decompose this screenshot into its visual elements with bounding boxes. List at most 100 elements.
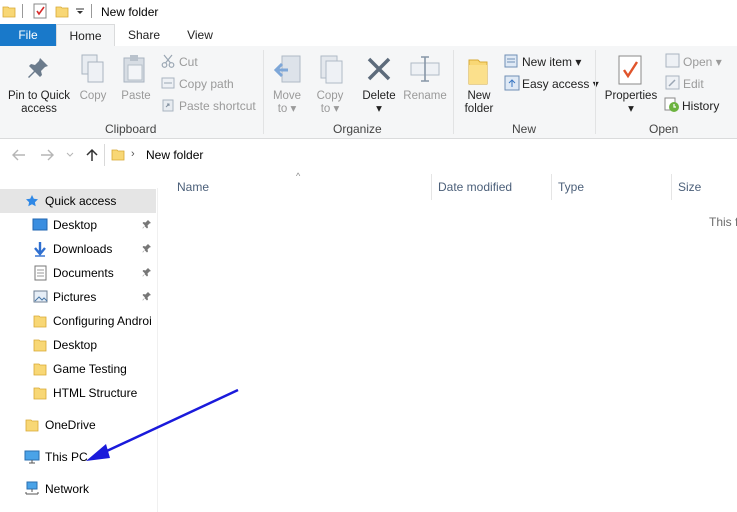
folder-icon xyxy=(33,386,47,400)
ribbon-tabs: File Home Share View xyxy=(0,24,737,48)
folder-icon xyxy=(25,418,39,432)
rename-button[interactable]: Rename xyxy=(402,90,448,103)
group-separator xyxy=(263,50,264,134)
sort-ascending-icon: ^ xyxy=(296,171,301,181)
nav-label: Desktop xyxy=(53,218,98,232)
properties-dropdown-icon: ▾ xyxy=(628,103,634,115)
pin-icon[interactable] xyxy=(142,219,152,229)
delete-icon xyxy=(366,56,392,82)
nav-label: Downloads xyxy=(53,242,113,256)
copy-to-button[interactable]: Copy to ▾ xyxy=(311,90,349,116)
group-separator xyxy=(453,50,454,134)
column-header-name[interactable]: Name xyxy=(177,180,209,194)
delete-button[interactable]: Delete ▾ xyxy=(358,90,400,116)
pin-label-1: Pin to Quick xyxy=(8,90,70,102)
history-button[interactable]: History xyxy=(682,99,719,113)
annotation-arrow xyxy=(86,388,239,461)
move-label-1: Move xyxy=(272,90,302,102)
divider xyxy=(22,4,23,18)
breadcrumb-current[interactable]: New folder xyxy=(146,148,203,162)
copy-to-label-2-text: to xyxy=(320,103,331,115)
column-header-type[interactable]: Type xyxy=(558,180,584,194)
nav-item-configuring-android[interactable]: Configuring Androi xyxy=(0,309,156,333)
nav-item-downloads[interactable]: Downloads xyxy=(0,237,156,261)
history-icon xyxy=(664,97,680,113)
new-item-button[interactable]: New item ▾ xyxy=(522,55,581,69)
properties-button[interactable]: Properties ▾ xyxy=(600,90,662,116)
up-arrow-icon[interactable] xyxy=(86,148,98,162)
column-separator[interactable] xyxy=(551,174,552,200)
edit-icon xyxy=(665,75,680,90)
easy-access-label: Easy access xyxy=(522,77,590,91)
tab-home[interactable]: Home xyxy=(56,24,115,48)
column-separator[interactable] xyxy=(431,174,432,200)
move-label-2-text: to xyxy=(277,103,288,115)
move-to-button[interactable]: Move to ▾ xyxy=(268,90,306,116)
open-label: Open xyxy=(683,55,713,69)
pin-icon[interactable] xyxy=(142,243,152,253)
pin-icon[interactable] xyxy=(142,291,152,301)
pin-icon[interactable] xyxy=(142,267,152,277)
cut-button[interactable]: Cut xyxy=(179,55,198,69)
address-bar[interactable]: › New folder xyxy=(104,144,737,166)
breadcrumb-separator[interactable]: › xyxy=(131,148,135,160)
paste-shortcut-button[interactable]: Paste shortcut xyxy=(179,99,256,113)
copy-to-icon xyxy=(317,54,345,86)
nav-item-game-testing[interactable]: Game Testing xyxy=(0,357,156,381)
scissors-icon xyxy=(161,54,175,68)
move-label-2: to ▾ xyxy=(277,103,297,115)
copy-button[interactable]: Copy xyxy=(75,90,111,103)
open-button[interactable]: Open ▾ xyxy=(683,55,722,69)
empty-folder-message: This f xyxy=(709,215,737,229)
picture-icon xyxy=(33,290,48,303)
copy-icon xyxy=(81,54,105,84)
move-to-icon xyxy=(274,54,302,86)
open-icon xyxy=(665,53,680,68)
copy-path-icon xyxy=(161,77,175,89)
copy-path-button[interactable]: Copy path xyxy=(179,77,234,91)
column-separator[interactable] xyxy=(671,174,672,200)
computer-icon xyxy=(24,450,40,464)
tab-view[interactable]: View xyxy=(178,24,222,46)
star-icon xyxy=(25,194,39,208)
tab-file[interactable]: File xyxy=(0,24,56,46)
edit-button[interactable]: Edit xyxy=(683,77,704,91)
column-header-size[interactable]: Size xyxy=(678,180,701,194)
recent-locations-chevron-icon[interactable] xyxy=(66,152,74,158)
new-folder-button[interactable]: New folder xyxy=(458,90,500,116)
nav-item-desktop-folder[interactable]: Desktop xyxy=(0,333,156,357)
folder-icon xyxy=(33,362,47,376)
nav-label: Pictures xyxy=(53,290,97,304)
back-arrow-icon[interactable] xyxy=(12,149,26,161)
column-header-date-modified[interactable]: Date modified xyxy=(438,180,512,194)
folder-icon xyxy=(2,4,16,18)
forward-arrow-icon[interactable] xyxy=(40,149,54,161)
tab-share[interactable]: Share xyxy=(122,24,166,46)
nav-label: Desktop xyxy=(53,338,98,352)
divider xyxy=(91,4,92,18)
nav-item-pictures[interactable]: Pictures xyxy=(0,285,156,309)
window-title: New folder xyxy=(101,5,159,19)
network-icon xyxy=(24,481,40,496)
new-folder-quick-icon[interactable] xyxy=(55,4,69,18)
delete-label: Delete xyxy=(362,90,396,102)
nav-network[interactable]: Network xyxy=(0,477,156,501)
document-icon xyxy=(34,265,47,281)
pin-to-quick-access-button[interactable]: Pin to Quick access xyxy=(4,90,74,116)
nav-label: Configuring Androi xyxy=(53,314,152,328)
nav-quick-access[interactable]: Quick access xyxy=(0,189,156,213)
new-folder-label-1: New xyxy=(467,90,491,102)
nav-item-documents[interactable]: Documents xyxy=(0,261,156,285)
properties-quick-icon[interactable] xyxy=(33,3,48,19)
nav-item-desktop[interactable]: Desktop xyxy=(0,213,156,237)
rename-icon xyxy=(409,54,441,84)
new-folder-label-2: folder xyxy=(464,103,494,115)
organize-group-label: Organize xyxy=(333,122,382,136)
nav-label: Game Testing xyxy=(53,362,127,376)
delete-dropdown-icon: ▾ xyxy=(376,103,382,115)
group-separator xyxy=(595,50,596,134)
customize-toolbar-dropdown-icon[interactable] xyxy=(75,8,85,16)
easy-access-button[interactable]: Easy access ▾ xyxy=(522,77,599,91)
copy-to-label-1: Copy xyxy=(316,90,344,102)
paste-button[interactable]: Paste xyxy=(118,90,154,103)
